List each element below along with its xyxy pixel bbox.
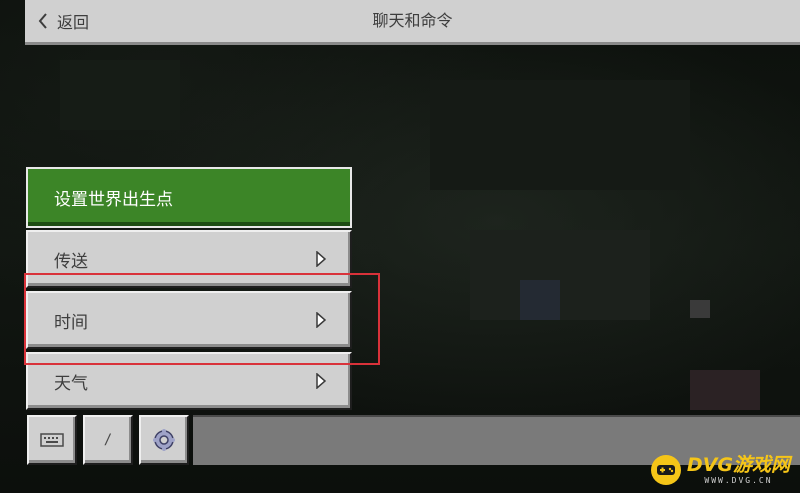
gamepad-logo-icon (650, 455, 681, 485)
chevron-right-icon (316, 373, 326, 389)
background-foliage (60, 60, 180, 130)
page-title: 聊天和命令 (372, 11, 453, 30)
chevron-right-icon (316, 251, 326, 267)
background-block (690, 370, 760, 410)
time-button[interactable]: 时间 (26, 291, 352, 349)
set-world-spawn-button[interactable]: 设置世界出生点 (26, 167, 352, 228)
weather-button[interactable]: 天气 (26, 352, 352, 410)
menu-item-label: 天气 (54, 373, 88, 394)
background-foliage (430, 80, 690, 190)
slash-label: / (103, 432, 113, 448)
chevron-right-icon (316, 312, 326, 328)
slash-command-button[interactable]: / (83, 415, 133, 465)
settings-button[interactable] (139, 415, 189, 465)
keyboard-button[interactable] (27, 415, 77, 465)
gear-icon (153, 429, 175, 451)
watermark: DVG游戏网 WWW.DVG.CN (650, 453, 790, 485)
background-terrain (470, 230, 650, 320)
keyboard-icon (40, 433, 64, 447)
menu-item-label: 时间 (54, 312, 88, 333)
background-block (690, 300, 710, 318)
menu-item-label: 设置世界出生点 (54, 190, 173, 210)
menu-item-label: 传送 (54, 251, 88, 272)
watermark-main: DVG游戏网 (686, 453, 790, 476)
teleport-button[interactable]: 传送 (26, 230, 352, 288)
watermark-sub: WWW.DVG.CN (704, 475, 773, 485)
top-bar: 返回 聊天和命令 (25, 0, 800, 45)
background-block (520, 280, 560, 320)
